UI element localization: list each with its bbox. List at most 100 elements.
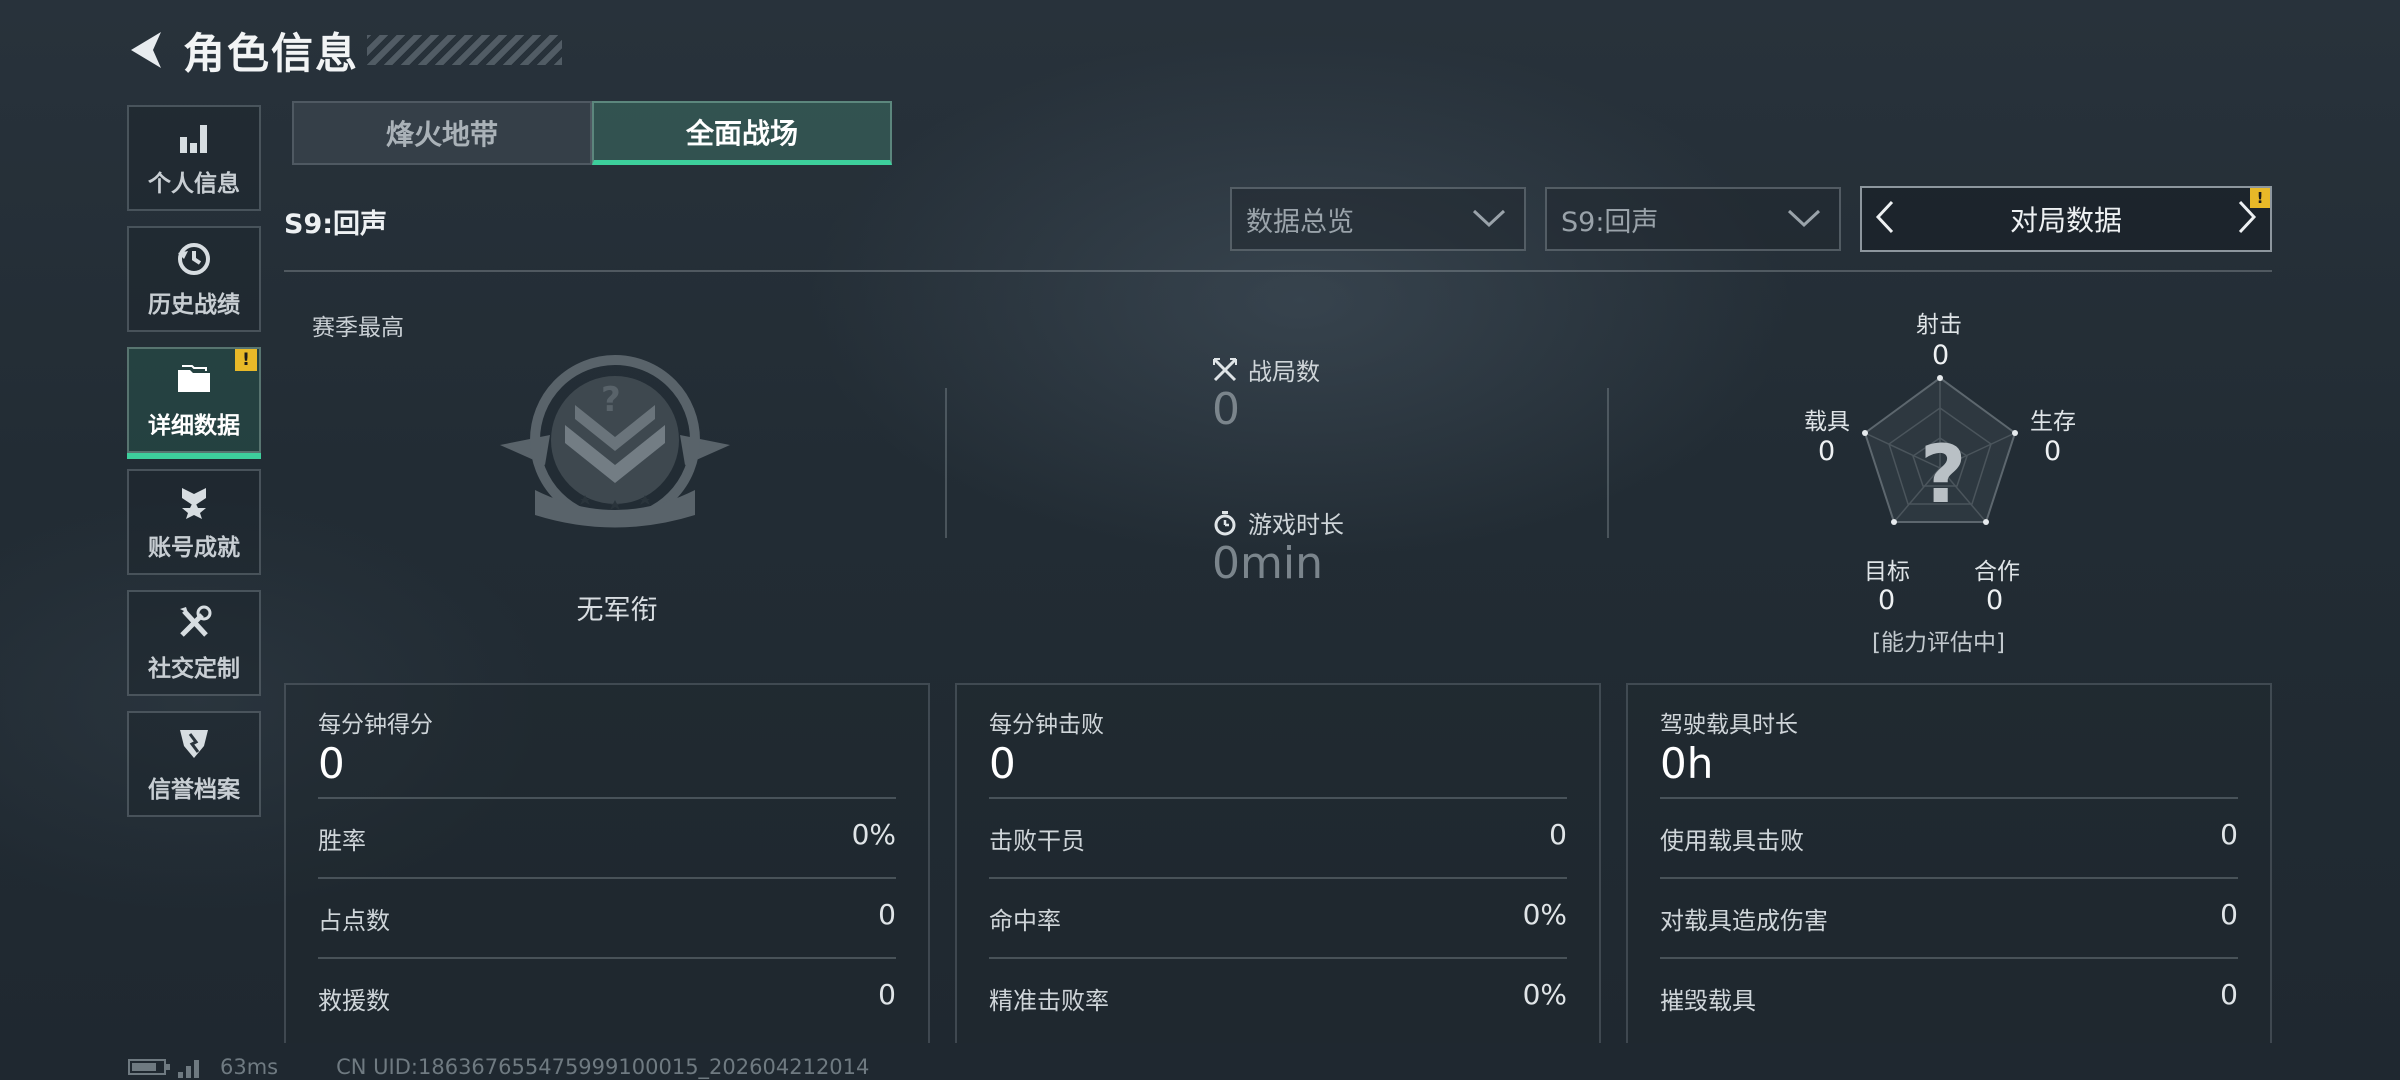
history-icon <box>174 239 214 279</box>
row-label: 命中率 <box>989 907 1061 935</box>
vertical-divider <box>1607 388 1609 538</box>
sidebar-item-personal-info[interactable]: 个人信息 <box>127 105 261 211</box>
radar-label-survival: 生存 <box>2030 409 2076 435</box>
row-label: 击败干员 <box>989 827 1085 855</box>
row-value: 0 <box>2220 818 2238 851</box>
defeats-card: 每分钟击败 0 击败干员 0 命中率 0% 精准击败率 0% <box>955 683 1601 1043</box>
vertical-divider <box>945 388 947 538</box>
sidebar-item-label: 个人信息 <box>148 171 240 197</box>
playtime-stat: 游戏时长 <box>1212 505 1344 540</box>
row-value: 0% <box>1522 978 1567 1011</box>
score-card: 每分钟得分 0 胜率 0% 占点数 0 救援数 0 <box>284 683 930 1043</box>
battery-icon <box>128 1059 170 1075</box>
playtime-label: 游戏时长 <box>1248 511 1344 539</box>
status-bar: 63ms CN UID:186367655475999100015_202604… <box>128 1054 869 1080</box>
ping-text: 63ms <box>220 1055 279 1079</box>
medal-icon <box>174 482 214 522</box>
sidebar-item-reputation[interactable]: 信誉档案 <box>127 711 261 817</box>
uid-text: CN UID:186367655475999100015_20260421201… <box>336 1055 870 1079</box>
signal-icon <box>178 1056 206 1078</box>
battles-label: 战局数 <box>1248 358 1320 386</box>
sidebar-item-label: 信誉档案 <box>148 777 240 803</box>
sidebar-item-detailed-data[interactable]: 详细数据 ! <box>127 347 261 459</box>
radar-center-question: ? <box>1920 428 1967 521</box>
page-title: 角色信息 <box>183 28 360 78</box>
divider <box>318 877 896 879</box>
card-value: 0 <box>318 739 345 788</box>
radar-label-objective: 目标 <box>1864 559 1910 585</box>
chevron-down-icon <box>1787 204 1821 235</box>
radar-value-survival: 0 <box>2044 436 2062 467</box>
radar-value-cooperation: 0 <box>1986 585 2004 616</box>
season-best-label: 赛季最高 <box>312 315 404 341</box>
playtime-value: 0min <box>1212 538 1323 589</box>
page-header: 角色信息 <box>125 22 563 78</box>
row-label: 对载具造成伤害 <box>1660 907 1828 935</box>
sidebar-item-label: 账号成就 <box>148 535 240 561</box>
row-label: 胜率 <box>318 827 366 855</box>
divider <box>1660 877 2238 879</box>
row-value: 0 <box>2220 898 2238 931</box>
rank-emblem-icon: ? <box>495 355 735 535</box>
divider <box>284 270 2272 272</box>
row-label: 占点数 <box>318 907 390 935</box>
shield-icon <box>174 724 214 764</box>
back-arrow-icon[interactable] <box>125 28 165 72</box>
divider <box>1660 797 2238 799</box>
tab-fire-zone[interactable]: 烽火地带 <box>292 101 592 165</box>
radar-status: [能力评估中] <box>1872 630 2005 656</box>
row-value: 0 <box>2220 978 2238 1011</box>
row-label: 救援数 <box>318 987 390 1015</box>
mode-tabs: 烽火地带 全面战场 <box>292 101 896 169</box>
season-select[interactable]: S9:回声 <box>1545 187 1841 251</box>
card-title: 每分钟得分 <box>318 712 433 738</box>
radar-label-cooperation: 合作 <box>1974 559 2020 585</box>
sidebar-item-history[interactable]: 历史战绩 <box>127 226 261 332</box>
sidebar-item-label: 详细数据 <box>148 413 240 439</box>
row-value: 0 <box>878 978 896 1011</box>
stopwatch-icon <box>1212 510 1238 536</box>
sidebar-item-social[interactable]: 社交定制 <box>127 590 261 696</box>
chevron-left-icon[interactable] <box>1874 199 1896 239</box>
tab-full-battlefield[interactable]: 全面战场 <box>592 101 892 165</box>
row-value: 0 <box>878 898 896 931</box>
radar-value-shooting: 0 <box>1932 340 1950 371</box>
divider <box>989 877 1567 879</box>
pager-label: 对局数据 <box>2009 204 2122 237</box>
crossed-swords-icon <box>1212 357 1238 383</box>
title-decoration <box>367 35 563 65</box>
radar-value-vehicle: 0 <box>1818 436 1836 467</box>
folder-icon <box>174 360 214 400</box>
row-label: 摧毁载具 <box>1660 987 1756 1015</box>
category-select[interactable]: 数据总览 <box>1230 187 1526 251</box>
sidebar-item-label: 社交定制 <box>148 656 240 682</box>
tools-icon <box>174 603 214 643</box>
battles-stat: 战局数 <box>1212 352 1320 387</box>
data-type-pager: 对局数据 ! <box>1860 186 2272 252</box>
card-title: 驾驶载具时长 <box>1660 712 1798 738</box>
bar-chart-icon <box>174 118 214 158</box>
divider <box>318 957 896 959</box>
divider <box>318 797 896 799</box>
divider <box>989 797 1567 799</box>
sidebar-item-label: 历史战绩 <box>148 292 240 318</box>
vehicle-card: 驾驶载具时长 0h 使用载具击败 0 对载具造成伤害 0 摧毁载具 0 <box>1626 683 2272 1043</box>
season-label: S9:回声 <box>284 209 388 240</box>
radar-label-vehicle: 载具 <box>1804 409 1850 435</box>
row-value: 0% <box>851 818 896 851</box>
divider <box>989 957 1567 959</box>
season-select-value: S9:回声 <box>1561 206 1659 238</box>
sidebar-item-achievements[interactable]: 账号成就 <box>127 469 261 575</box>
battles-value: 0 <box>1212 384 1240 435</box>
rank-name: 无军衔 <box>576 595 658 626</box>
row-label: 精准击败率 <box>989 987 1109 1015</box>
card-value: 0h <box>1660 739 1714 788</box>
notification-badge: ! <box>2250 188 2270 208</box>
radar-label-shooting: 射击 <box>1916 312 1962 338</box>
notification-badge: ! <box>235 349 257 371</box>
radar-value-objective: 0 <box>1878 585 1896 616</box>
card-value: 0 <box>989 739 1016 788</box>
row-value: 0% <box>1522 898 1567 931</box>
divider <box>1660 957 2238 959</box>
row-label: 使用载具击败 <box>1660 827 1804 855</box>
